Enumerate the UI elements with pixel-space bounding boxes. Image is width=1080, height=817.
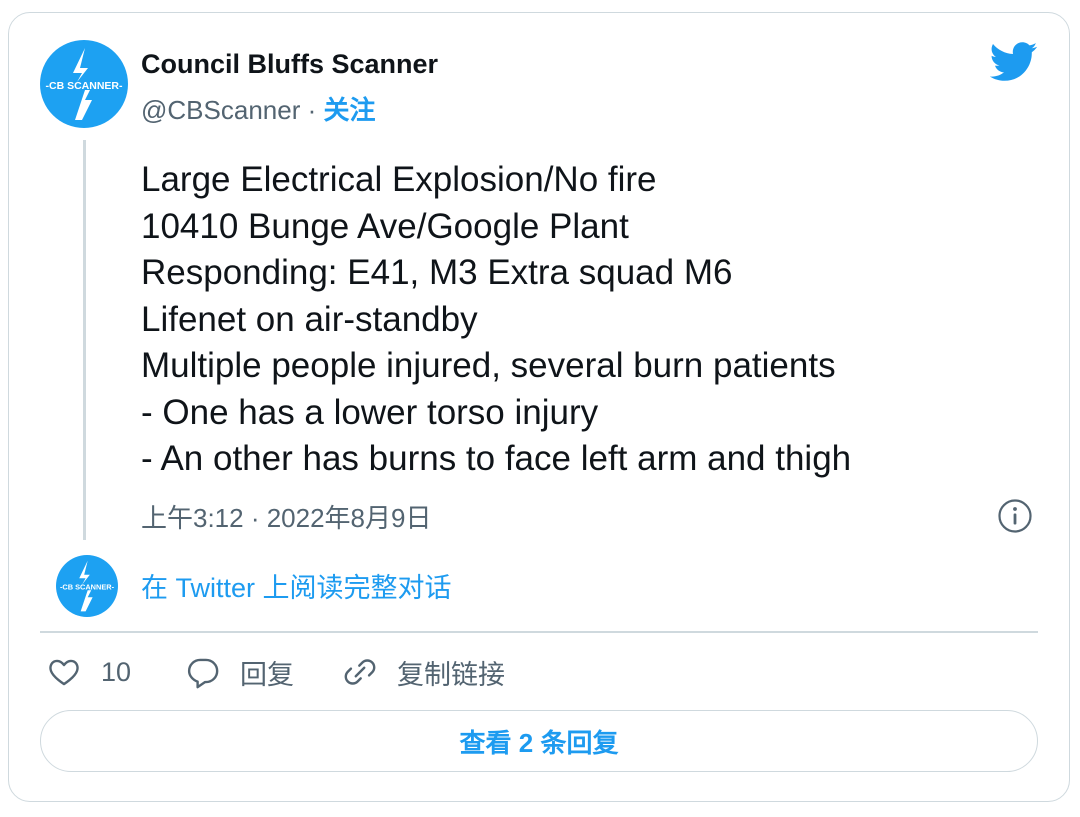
- copy-link-label: 复制链接: [397, 659, 505, 690]
- tweet-line: Responding: E41, M3 Extra squad M6: [141, 253, 733, 292]
- tweet-text: Large Electrical Explosion/No fire 10410…: [141, 157, 1001, 483]
- divider: [40, 631, 1038, 633]
- tweet-line: 10410 Bunge Ave/Google Plant: [141, 206, 629, 246]
- tweet-line: Large Electrical Explosion/No fire: [141, 160, 657, 199]
- tweet-line: Multiple people injured, several burn pa…: [141, 346, 836, 385]
- tweet-line: - An other has burns to face left arm an…: [141, 439, 852, 478]
- tweet-timestamp[interactable]: 上午3:12 · 2022年8月9日: [141, 498, 431, 535]
- info-icon[interactable]: [997, 498, 1033, 534]
- like-button[interactable]: 10: [47, 650, 131, 694]
- lightning-bolt-icon: -CB SCANNER-: [46, 48, 124, 120]
- author-display-name[interactable]: Council Bluffs Scanner: [141, 49, 438, 80]
- lightning-bolt-icon: -CB SCANNER-: [60, 560, 115, 612]
- read-conversation-link[interactable]: 在 Twitter 上阅读完整对话: [141, 566, 452, 605]
- tweet-line: Lifenet on air-standby: [141, 299, 478, 339]
- author-avatar[interactable]: -CB SCANNER-: [40, 40, 128, 128]
- author-handle[interactable]: @CBScanner: [141, 95, 300, 125]
- reply-bubble-icon: [187, 658, 219, 689]
- reply-label: 回复: [240, 659, 294, 690]
- separator-dot: ·: [307, 95, 317, 125]
- twitter-bird-icon[interactable]: [990, 42, 1038, 82]
- tweet-line: - One has a lower torso injury: [141, 392, 599, 432]
- thread-line: [83, 140, 86, 540]
- like-count: 10: [101, 656, 132, 687]
- view-replies-label: 查看 2 条回复: [459, 727, 619, 758]
- copy-link-button[interactable]: 复制链接: [343, 650, 505, 694]
- avatar-text: -CB SCANNER-: [60, 583, 115, 592]
- reply-button[interactable]: 回复: [186, 650, 294, 694]
- author-avatar-small[interactable]: -CB SCANNER-: [56, 555, 118, 617]
- author-handle-row: @CBScanner · 关注: [141, 90, 376, 127]
- avatar-text: -CB SCANNER-: [46, 80, 124, 92]
- view-replies-button[interactable]: 查看 2 条回复: [40, 710, 1038, 772]
- link-icon: [344, 659, 376, 685]
- heart-icon: [49, 659, 79, 686]
- follow-button[interactable]: 关注: [324, 95, 376, 125]
